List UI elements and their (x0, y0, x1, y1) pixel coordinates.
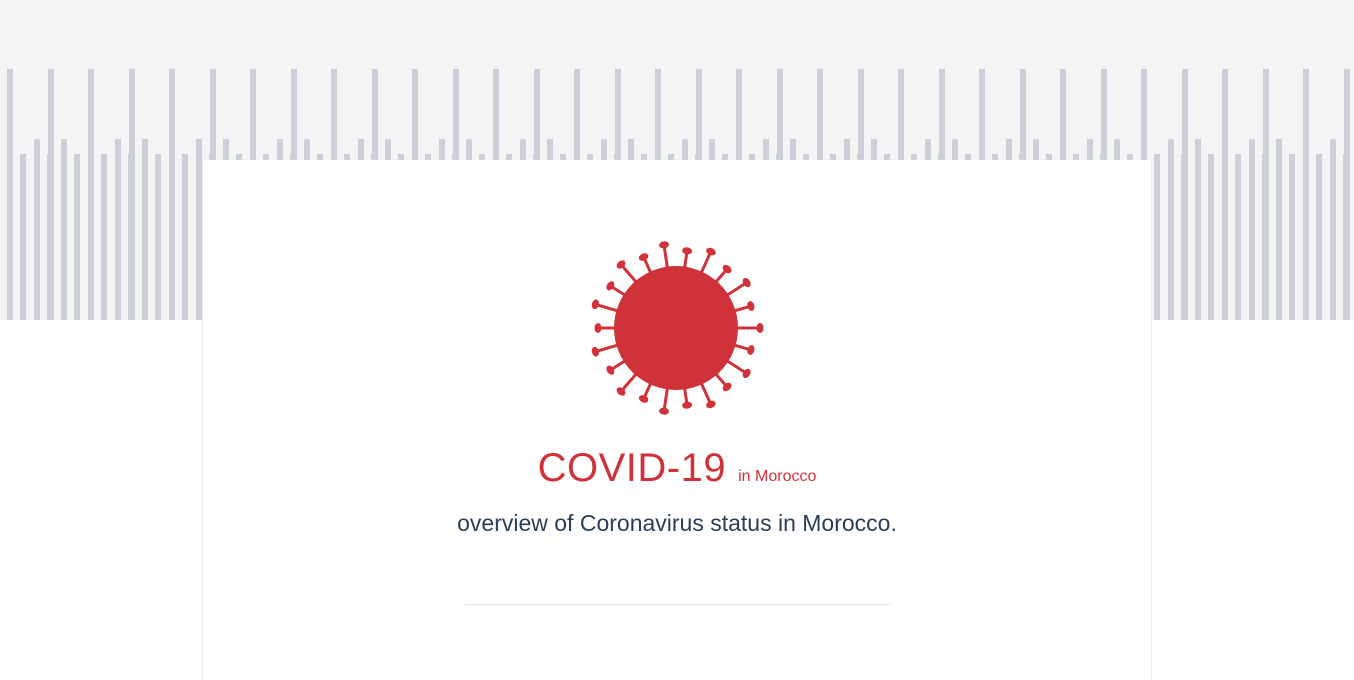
decor-bar (182, 154, 188, 320)
decor-bar (88, 69, 94, 320)
decor-bar (1276, 139, 1282, 320)
section-divider (465, 604, 891, 605)
decor-bar (61, 139, 67, 320)
decor-bar (1249, 139, 1255, 320)
decor-bar (20, 154, 26, 320)
decor-bar (101, 154, 107, 320)
page-title: COVID-19 (537, 446, 727, 490)
decor-bar (115, 139, 121, 320)
decor-bar (1195, 139, 1201, 320)
decor-bar (1289, 154, 1295, 320)
coronavirus-icon (591, 241, 764, 415)
page-description: overview of Coronavirus status in Morocc… (457, 510, 897, 536)
decor-bar (1303, 69, 1309, 320)
hero-card: COVID-19 in Morocco overview of Coronavir… (202, 160, 1152, 680)
decor-bar (1235, 154, 1241, 320)
decor-bar (7, 69, 13, 320)
decor-bar (1343, 154, 1349, 320)
decor-bar (1168, 139, 1174, 320)
decor-bar (34, 139, 40, 320)
decor-bar (1208, 154, 1214, 320)
decor-bar (1316, 154, 1322, 320)
title-row: COVID-19 in Morocco (203, 446, 1151, 491)
decor-bar (142, 139, 148, 320)
decor-bar (128, 154, 134, 320)
decor-bar (1330, 139, 1336, 320)
decor-bar (1154, 154, 1160, 320)
decor-bar (74, 154, 80, 320)
decor-bar (1262, 154, 1268, 320)
decor-bar (1222, 69, 1228, 320)
location-tag: in Morocco (738, 468, 817, 485)
decor-bar (169, 69, 175, 320)
decor-bar (155, 154, 161, 320)
decor-bar (1181, 154, 1187, 320)
decor-bar (47, 154, 53, 320)
